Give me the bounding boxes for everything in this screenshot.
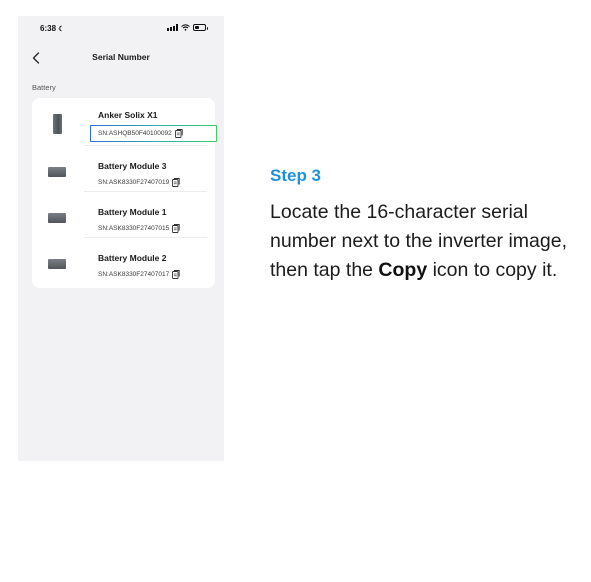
serial-number: SN:ASK8330F27407017 xyxy=(98,270,170,278)
copy-icon[interactable] xyxy=(172,223,180,233)
inverter-icon xyxy=(53,114,62,134)
nav-bar: Serial Number xyxy=(18,48,224,68)
step-text-bold: Copy xyxy=(378,259,428,281)
do-not-disturb-icon: ☾ xyxy=(58,26,65,33)
divider xyxy=(84,145,207,146)
copy-icon[interactable] xyxy=(172,177,180,187)
serial-row: SN:ASHQB50F40100092 xyxy=(98,128,183,138)
guide-page: 6:38 ☾ Serial Number Battery Anker Solix… xyxy=(0,0,591,582)
divider xyxy=(84,237,207,238)
serial-list-card: Anker Solix X1 SN:ASHQB50F40100092 Batte… xyxy=(32,98,216,288)
list-item-anker-solix-x1: Anker Solix X1 SN:ASHQB50F40100092 xyxy=(32,98,216,144)
device-name: Anker Solix X1 xyxy=(98,110,158,120)
serial-row: SN:ASK8330F27407017 xyxy=(98,269,180,279)
battery-icon xyxy=(193,24,208,31)
battery-module-icon xyxy=(48,167,66,177)
serial-number: SN:ASHQB50F40100092 xyxy=(98,129,172,137)
step-description: Locate the 16-character serial number ne… xyxy=(270,198,575,285)
section-label-battery: Battery xyxy=(32,83,56,92)
serial-number: SN:ASK8330F27407015 xyxy=(98,224,170,232)
divider xyxy=(84,191,207,192)
list-item-battery-module-2: Battery Module 2 SN:ASK8330F27407017 xyxy=(32,237,215,287)
phone-screenshot: 6:38 ☾ Serial Number Battery Anker Solix… xyxy=(18,16,224,461)
serial-row: SN:ASK8330F27407019 xyxy=(98,177,180,187)
copy-icon[interactable] xyxy=(172,269,180,279)
battery-module-icon xyxy=(48,259,66,269)
copy-icon[interactable] xyxy=(174,128,183,138)
status-bar: 6:38 ☾ xyxy=(18,16,224,46)
instruction-panel: Step 3 Locate the 16-character serial nu… xyxy=(270,166,575,285)
step-title: Step 3 xyxy=(270,166,575,186)
list-item-battery-module-3: Battery Module 3 SN:ASK8330F27407019 xyxy=(32,145,215,195)
list-item-battery-module-1: Battery Module 1 SN:ASK8330F27407015 xyxy=(32,191,215,241)
battery-module-icon xyxy=(48,213,66,223)
device-name: Battery Module 3 xyxy=(98,161,167,171)
cellular-signal-icon xyxy=(167,24,178,31)
step-text-after: icon to copy it. xyxy=(427,259,558,281)
status-time: 6:38 ☾ xyxy=(40,24,65,33)
serial-number: SN:ASK8330F27407019 xyxy=(98,178,170,186)
device-name: Battery Module 1 xyxy=(98,207,167,217)
page-title: Serial Number xyxy=(92,52,150,62)
wifi-icon xyxy=(181,24,190,31)
device-name: Battery Module 2 xyxy=(98,253,167,263)
serial-row: SN:ASK8330F27407015 xyxy=(98,223,180,233)
status-icons xyxy=(167,24,208,31)
